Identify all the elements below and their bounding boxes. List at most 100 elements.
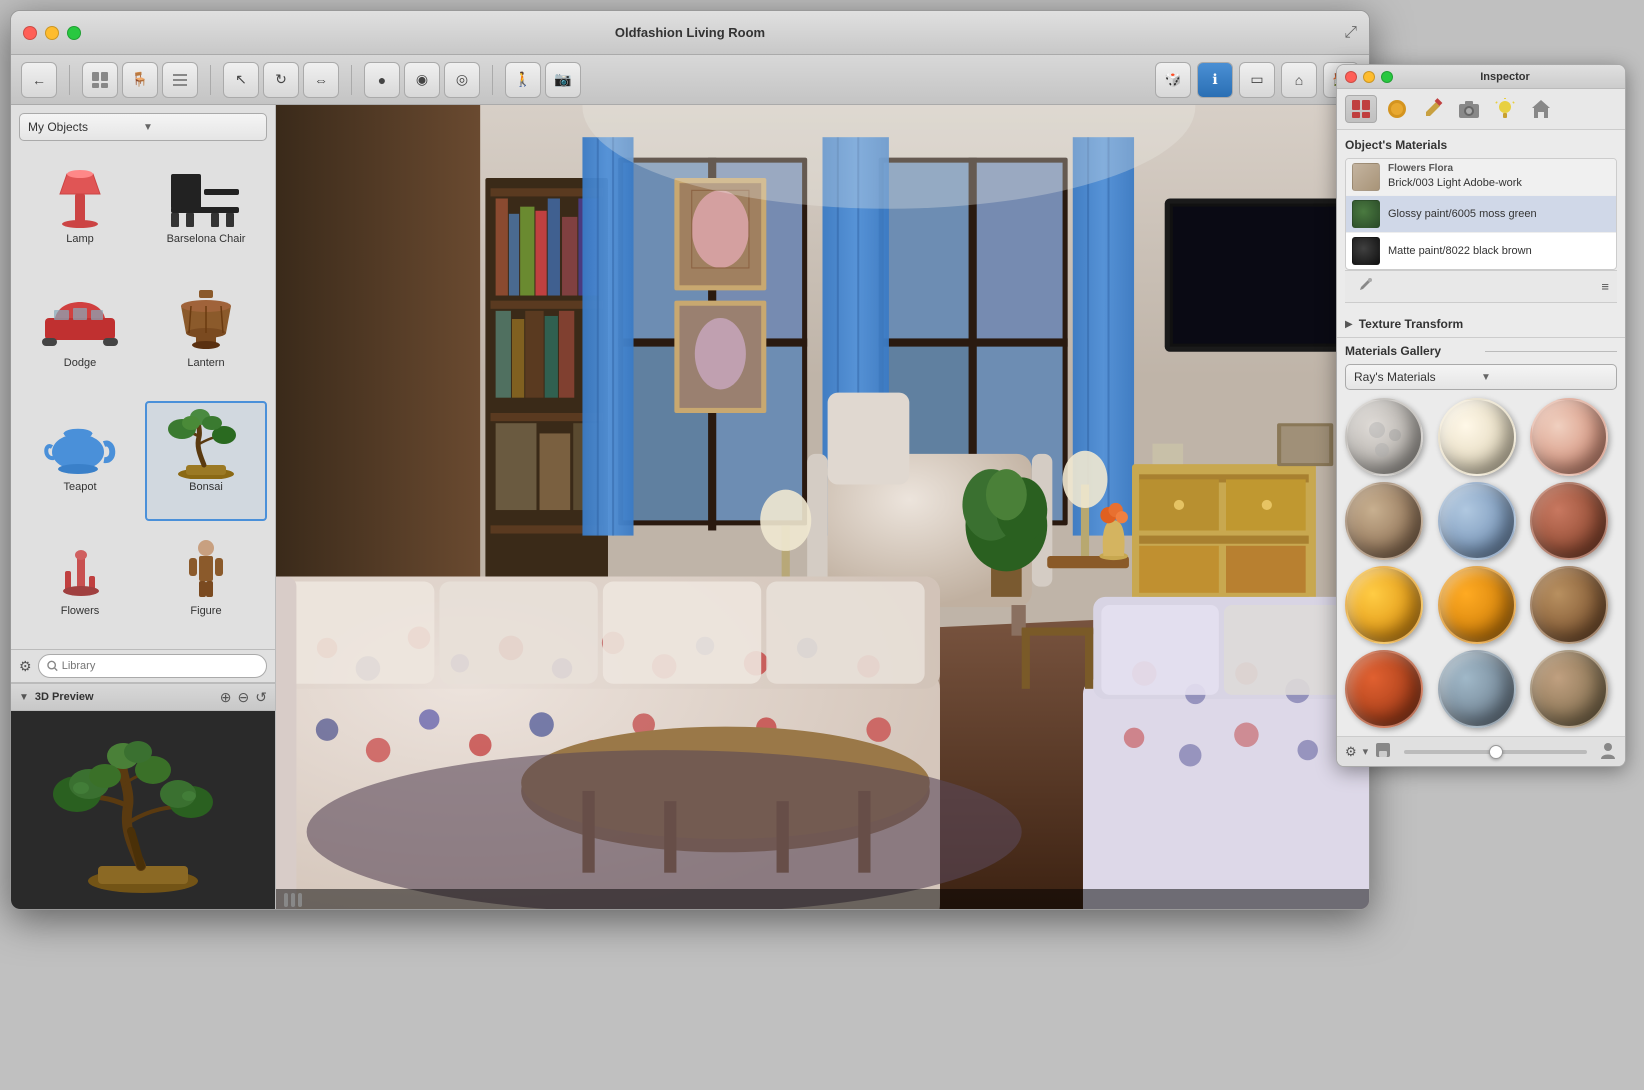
object-label-extra2: Figure: [190, 605, 221, 617]
material-ball-orange2[interactable]: [1438, 566, 1516, 644]
texture-transform-header[interactable]: ▶ Texture Transform: [1345, 317, 1617, 331]
material-item-black[interactable]: Matte paint/8022 black brown: [1346, 233, 1616, 269]
window-controls: [23, 26, 81, 40]
gallery-dropdown[interactable]: Ray's Materials ▼: [1345, 364, 1617, 390]
object-item-lamp[interactable]: Lamp: [19, 153, 141, 273]
material-swatch-black: [1352, 237, 1380, 265]
object-item-bonsai[interactable]: Bonsai: [145, 401, 267, 521]
view-tools: 🚶 📷: [505, 62, 581, 98]
person-icon[interactable]: [1599, 741, 1617, 762]
material-ball-gray-floral[interactable]: [1345, 398, 1423, 476]
object-thumb-lamp: [35, 161, 125, 231]
reset-view-button[interactable]: ↺: [255, 689, 267, 706]
menu-tool[interactable]: ≡: [1601, 279, 1609, 294]
material-balls-grid: [1345, 398, 1617, 728]
material-name-black: Matte paint/8022 black brown: [1388, 244, 1532, 258]
close-button[interactable]: [23, 26, 37, 40]
slider-thumb[interactable]: [1489, 745, 1503, 759]
floor-btn[interactable]: ⌂: [1281, 62, 1317, 98]
chair-thumbnail: [166, 164, 246, 229]
object-thumb-bonsai: [161, 409, 251, 479]
object-item-teapot[interactable]: Teapot: [19, 401, 141, 521]
material-ball-rust-texture[interactable]: [1530, 482, 1608, 560]
inspector-gear-button[interactable]: ⚙: [1345, 744, 1357, 760]
inspector-close-button[interactable]: [1345, 71, 1357, 83]
material-name-green: Glossy paint/6005 moss green: [1388, 207, 1537, 221]
search-icon: [47, 660, 58, 672]
inspector-tab-home[interactable]: [1525, 95, 1557, 123]
inspector-expand-button[interactable]: [1381, 71, 1393, 83]
back-button[interactable]: ←: [21, 62, 57, 98]
eyedropper-tool[interactable]: [1353, 275, 1377, 298]
material-ball-blue-diamond[interactable]: [1438, 482, 1516, 560]
zoom-slider[interactable]: [1404, 750, 1587, 754]
materials-section-title: Object's Materials: [1345, 138, 1617, 152]
material-ball-red-floral[interactable]: [1530, 398, 1608, 476]
objects-tool[interactable]: [82, 62, 118, 98]
object-label-lamp: Lamp: [66, 233, 94, 245]
material-ball-cream-floral[interactable]: [1438, 398, 1516, 476]
rotate-tool[interactable]: ↻: [263, 62, 299, 98]
material-category-label: Flowers Flora: [1388, 163, 1610, 174]
walk-tool[interactable]: 🚶: [505, 62, 541, 98]
scale-tool[interactable]: ⇔: [303, 62, 339, 98]
select-tool[interactable]: ↖: [223, 62, 259, 98]
preview-controls: ⊕ ⊖ ↺: [220, 689, 267, 706]
inspector-tab-objects[interactable]: [1345, 95, 1377, 123]
inspector-title: Inspector: [1393, 71, 1617, 83]
objects-dropdown[interactable]: My Objects ▼: [19, 113, 267, 141]
material-ball-orange1[interactable]: [1345, 566, 1423, 644]
object-item-extra1[interactable]: Flowers: [19, 525, 141, 645]
inspector-minimize-button[interactable]: [1363, 71, 1375, 83]
zoom-in-button[interactable]: ⊕: [220, 689, 232, 706]
gallery-dropdown-arrow: ▼: [1481, 372, 1608, 383]
material-ball-orange3[interactable]: [1345, 650, 1423, 728]
object-item-chair[interactable]: Barselona Chair: [145, 153, 267, 273]
settings-gear-icon[interactable]: ⚙: [19, 658, 32, 675]
object-label-dodge: Dodge: [64, 357, 96, 369]
render-btn[interactable]: ◎: [444, 62, 480, 98]
layout-btn[interactable]: ▭: [1239, 62, 1275, 98]
status-dots: [284, 893, 302, 907]
material-ball-brown-damask[interactable]: [1345, 482, 1423, 560]
render-tools: ● ◉ ◎: [364, 62, 480, 98]
inspector-tab-material[interactable]: [1381, 95, 1413, 123]
material-name-brick: Brick/003 Light Adobe-work: [1388, 176, 1610, 190]
minimize-button[interactable]: [45, 26, 59, 40]
save-icon[interactable]: [1374, 741, 1392, 762]
inspector-panel: Inspector Object's Materials: [1336, 64, 1626, 767]
material-ball-gray-blue[interactable]: [1438, 650, 1516, 728]
search-input-wrapper[interactable]: [38, 654, 267, 678]
inspector-tab-edit[interactable]: [1417, 95, 1449, 123]
maximize-button[interactable]: [67, 26, 81, 40]
wire-btn[interactable]: ◉: [404, 62, 440, 98]
object-thumb-chair: [161, 161, 251, 231]
inspector-tab-camera[interactable]: [1453, 95, 1485, 123]
status-dot: [298, 893, 302, 907]
main-toolbar: ← 🪑 ↖ ↻ ⇔ ● ◉ ◎ 🚶 📷 🎲: [11, 55, 1369, 105]
material-item-green[interactable]: Glossy paint/6005 moss green: [1346, 196, 1616, 233]
solid-btn[interactable]: ●: [364, 62, 400, 98]
material-ball-brown-rough[interactable]: [1530, 650, 1608, 728]
bonsai-3d-preview: [53, 726, 233, 896]
object-item-lantern[interactable]: Lantern: [145, 277, 267, 397]
object-thumb-extra1: [35, 533, 125, 603]
objects-icon[interactable]: 🎲: [1155, 62, 1191, 98]
inspector-tab-light[interactable]: [1489, 95, 1521, 123]
info-button[interactable]: ℹ: [1197, 62, 1233, 98]
chair-tool[interactable]: 🪑: [122, 62, 158, 98]
status-dot: [291, 893, 295, 907]
preview-header[interactable]: ▼ 3D Preview ⊕ ⊖ ↺: [11, 683, 275, 711]
zoom-out-button[interactable]: ⊖: [238, 689, 250, 706]
camera-tool[interactable]: 📷: [545, 62, 581, 98]
list-tool[interactable]: [162, 62, 198, 98]
search-bar: ⚙: [11, 649, 275, 682]
expand-icon[interactable]: ⤢: [1344, 24, 1357, 42]
search-input[interactable]: [62, 660, 258, 672]
object-item-dodge[interactable]: Dodge: [19, 277, 141, 397]
material-ball-brown-wood[interactable]: [1530, 566, 1608, 644]
object-label-chair: Barselona Chair: [167, 233, 246, 245]
right-tools: 🎲 ℹ ▭ ⌂ 🏠: [1155, 62, 1359, 98]
object-item-extra2[interactable]: Figure: [145, 525, 267, 645]
material-category[interactable]: Flowers Flora Brick/003 Light Adobe-work: [1346, 159, 1616, 196]
